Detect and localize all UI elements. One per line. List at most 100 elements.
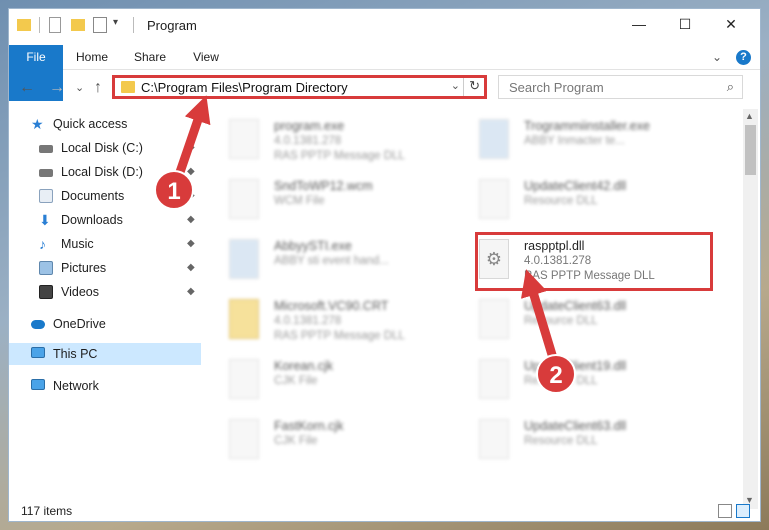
address-bar[interactable]: C:\Program Files\Program Directory ⌄ ↻ [112, 75, 487, 99]
exe-file-icon [229, 239, 259, 279]
large-icons-view-icon[interactable] [736, 504, 750, 518]
address-dropdown-icon[interactable]: ⌄ [451, 79, 460, 92]
pin-icon[interactable]: ◆ [187, 137, 195, 159]
close-button[interactable]: ✕ [708, 9, 754, 39]
file-type: WCM File [274, 195, 325, 207]
list-item[interactable]: AbbyySTI.exe ABBY sti event hand... [209, 233, 459, 289]
list-item[interactable]: UpdateClient19.dll Resource DLL [459, 353, 709, 409]
file-type: Resource DLL [524, 435, 598, 447]
sidebar-item-quick-access[interactable]: ★ Quick access [9, 113, 201, 135]
scrollbar-thumb[interactable] [745, 125, 756, 175]
refresh-icon[interactable]: ↻ [469, 78, 480, 94]
pin-icon[interactable]: ◆ [187, 161, 195, 183]
sidebar-item-local-disk-d[interactable]: Local Disk (D:) ◆ [9, 161, 201, 183]
sidebar-item-label: Pictures [61, 261, 107, 275]
file-name: Korean.cjk [274, 359, 334, 373]
sidebar-item-label: Local Disk (C:) [61, 141, 143, 155]
file-description: RAS PPTP Message DLL [274, 330, 405, 342]
details-view-icon[interactable] [718, 504, 732, 518]
tab-view[interactable]: View [181, 45, 231, 70]
search-icon[interactable]: ⌕ [727, 79, 734, 95]
network-icon [31, 379, 45, 390]
divider [133, 17, 134, 33]
scroll-up-icon[interactable]: ▲ [745, 111, 754, 121]
ribbon-tabs: File Home Share View ⌄ ? [9, 45, 760, 101]
download-icon: ⬇ [39, 212, 51, 228]
address-path[interactable]: C:\Program Files\Program Directory [141, 80, 348, 95]
customize-toolbar-icon[interactable]: ▾ [113, 17, 123, 33]
file-name: AbbyySTI.exe [274, 239, 352, 253]
sidebar-item-label: Music [61, 237, 94, 251]
monitor-icon [31, 347, 45, 358]
list-item[interactable]: Microsoft.VC90.CRT 4.0.1381.278 RAS PPTP… [209, 293, 459, 349]
pin-icon[interactable]: ◆ [187, 185, 195, 207]
explorer-window: ▾ Program — ☐ ✕ File Home Share View ⌄ ?… [8, 8, 761, 522]
file-type: Resource DLL [524, 375, 598, 387]
maximize-button[interactable]: ☐ [662, 9, 708, 39]
list-item[interactable]: Korean.cjk CJK File [209, 353, 459, 409]
forward-arrow-icon[interactable]: → [49, 79, 65, 97]
dll-file-icon [479, 179, 509, 219]
back-arrow-icon[interactable]: ← [19, 79, 35, 97]
properties-icon[interactable] [49, 17, 61, 33]
star-icon: ★ [31, 116, 44, 132]
file-name: program.exe [274, 119, 345, 133]
sidebar-item-label: Videos [61, 285, 99, 299]
music-icon: ♪ [39, 236, 46, 252]
drive-icon [39, 169, 53, 177]
folder-icon [17, 19, 31, 31]
sidebar-item-documents[interactable]: Documents ◆ [9, 185, 201, 207]
file-type: Resource DLL [524, 195, 598, 207]
sidebar-item-label: OneDrive [53, 317, 106, 331]
pin-icon[interactable]: ◆ [187, 281, 195, 303]
window-title: Program [147, 18, 197, 33]
navigation-bar: ← → ⌄ ↑ C:\Program Files\Program Directo… [9, 71, 760, 103]
up-arrow-icon[interactable]: ↑ [94, 79, 102, 97]
sidebar-item-label: Network [53, 379, 99, 393]
view-options-icon[interactable] [93, 17, 107, 33]
file-version: 4.0.1381.278 [274, 315, 342, 327]
help-icon[interactable]: ? [736, 50, 751, 65]
sidebar-item-local-disk-c[interactable]: Local Disk (C:) ◆ [9, 137, 201, 159]
list-item[interactable]: UpdateClient42.dll Resource DLL [459, 173, 709, 229]
dll-file-icon [479, 359, 509, 399]
ribbon-expand-icon[interactable]: ⌄ [709, 45, 725, 70]
search-placeholder: Search Program [509, 80, 604, 95]
sidebar-item-onedrive[interactable]: OneDrive [9, 313, 201, 335]
minimize-button[interactable]: — [616, 9, 662, 39]
exe-file-icon [229, 119, 259, 159]
tab-home[interactable]: Home [67, 45, 117, 70]
sidebar-item-network[interactable]: Network [9, 375, 201, 397]
pin-icon[interactable]: ◆ [187, 209, 195, 231]
search-input[interactable]: Search Program ⌕ [498, 75, 743, 99]
sidebar-item-videos[interactable]: Videos ◆ [9, 281, 201, 303]
vertical-scrollbar[interactable]: ▲ ▼ [743, 109, 758, 509]
divider [463, 78, 464, 96]
sidebar-item-music[interactable]: ♪ Music ◆ [9, 233, 201, 255]
sidebar-item-pictures[interactable]: Pictures ◆ [9, 257, 201, 279]
sidebar-item-label: Quick access [53, 117, 128, 131]
pin-icon[interactable]: ◆ [187, 233, 195, 255]
sidebar-item-this-pc[interactable]: This PC [9, 343, 201, 365]
list-item[interactable]: program.exe 4.0.1381.278 RAS PPTP Messag… [209, 113, 459, 169]
recent-locations-icon[interactable]: ⌄ [75, 81, 84, 94]
documents-icon [39, 189, 53, 203]
file-icon [229, 179, 259, 219]
new-folder-icon[interactable] [71, 19, 85, 31]
list-item[interactable]: UpdateClient63.dll Resource DLL [459, 293, 709, 349]
sidebar-item-downloads[interactable]: ⬇ Downloads ◆ [9, 209, 201, 231]
title-bar: ▾ Program — ☐ ✕ [9, 9, 760, 41]
view-toggle [718, 504, 750, 518]
file-type: CJK File [274, 375, 318, 387]
list-item[interactable]: Trogrammiinstaller.exe ABBY Inmacter te.… [459, 113, 709, 169]
file-type: Resource DLL [524, 315, 598, 327]
list-item[interactable]: UpdateClient63.dll Resource DLL [459, 413, 709, 469]
list-item[interactable]: FastKorn.cjk CJK File [209, 413, 459, 469]
pin-icon[interactable]: ◆ [187, 257, 195, 279]
file-name: Microsoft.VC90.CRT [274, 299, 389, 313]
file-icon [229, 359, 259, 399]
file-list: program.exe 4.0.1381.278 RAS PPTP Messag… [209, 109, 744, 499]
tab-share[interactable]: Share [125, 45, 175, 70]
list-item[interactable]: SndToWP12.wcm WCM File [209, 173, 459, 229]
folder-icon [121, 81, 135, 93]
